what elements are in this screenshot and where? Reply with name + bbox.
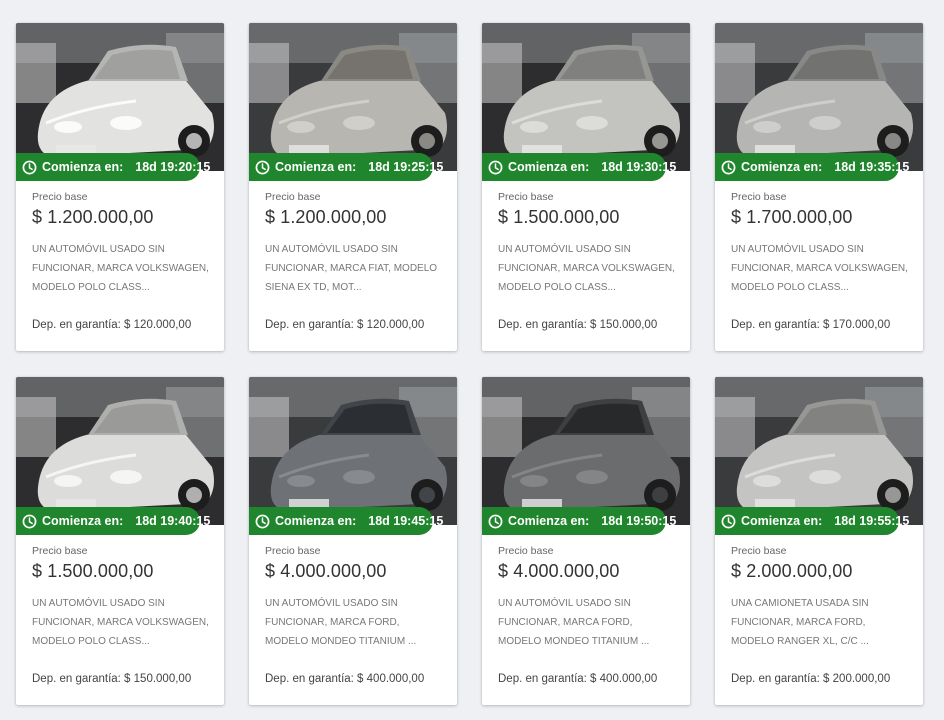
base-price-label: Precio base <box>498 191 554 203</box>
clock-icon <box>255 514 275 529</box>
vehicle-photo[interactable] <box>715 23 923 171</box>
base-price-value: $ 1.700.000,00 <box>731 207 853 227</box>
auction-lot-card[interactable]: Comienza en: 18d 19:20:15 Precio base $ 1.2… <box>16 23 224 351</box>
auction-lot-card[interactable]: Comienza en: 18d 19:45:15 Precio base $ 4.0… <box>249 377 457 705</box>
lot-description: UN AUTOMÓVIL USADO SIN FUNCIONAR, MARCA … <box>32 598 209 647</box>
countdown-value: 18d 19:20:15 <box>135 160 211 174</box>
guarantee-deposit: Dep. en garantía: $ 200.000,00 <box>731 673 891 685</box>
base-price-value: $ 1.500.000,00 <box>32 561 154 581</box>
lot-info: Precio base $ 1.200.000,00 UN AUTOMÓVIL US… <box>265 191 445 316</box>
countdown-label: Comienza en: <box>42 160 124 174</box>
vehicle-photo[interactable] <box>16 23 224 171</box>
base-price-label: Precio base <box>32 545 88 557</box>
clock-icon <box>488 160 508 175</box>
start-countdown-badge: Comienza en: 18d 19:45:15 <box>249 507 443 535</box>
auction-lot-card[interactable]: Comienza en: 18d 19:50:15 Precio base $ 4.0… <box>482 377 690 705</box>
lot-info: Precio base $ 4.000.000,00 UN AUTOMÓVIL US… <box>265 545 445 670</box>
lot-info: Precio base $ 4.000.000,00 UN AUTOMÓVIL US… <box>498 545 678 670</box>
vehicle-photo[interactable] <box>249 23 457 171</box>
vehicle-photo[interactable] <box>482 377 690 525</box>
clock-icon <box>721 160 741 175</box>
countdown-label: Comienza en: <box>275 514 357 528</box>
clock-icon <box>488 514 508 529</box>
auction-lot-card[interactable]: Comienza en: 18d 19:35:15 Precio base $ 1.7… <box>715 23 923 351</box>
lot-description: UN AUTOMÓVIL USADO SIN FUNCIONAR, MARCA … <box>265 598 417 647</box>
vehicle-photo[interactable] <box>249 377 457 525</box>
lot-description: UN AUTOMÓVIL USADO SIN FUNCIONAR, MARCA … <box>498 244 675 293</box>
countdown-value: 18d 19:35:15 <box>834 160 910 174</box>
countdown-label: Comienza en: <box>42 514 124 528</box>
guarantee-deposit: Dep. en garantía: $ 400.000,00 <box>498 673 658 685</box>
start-countdown-badge: Comienza en: 18d 19:25:15 <box>249 153 443 181</box>
countdown-value: 18d 19:25:15 <box>368 160 444 174</box>
auction-lot-grid: Comienza en: 18d 19:20:15 Precio base $ 1.2… <box>0 0 944 720</box>
start-countdown-badge: Comienza en: 18d 19:40:15 <box>16 507 210 535</box>
lot-description: UN AUTOMÓVIL USADO SIN FUNCIONAR, MARCA … <box>32 244 209 293</box>
base-price-label: Precio base <box>731 191 787 203</box>
base-price-value: $ 1.200.000,00 <box>265 207 387 227</box>
clock-icon <box>22 514 42 529</box>
lot-info: Precio base $ 1.500.000,00 UN AUTOMÓVIL US… <box>32 545 212 670</box>
vehicle-photo[interactable] <box>16 377 224 525</box>
base-price-label: Precio base <box>265 545 321 557</box>
base-price-value: $ 1.500.000,00 <box>498 207 620 227</box>
guarantee-deposit: Dep. en garantía: $ 120.000,00 <box>265 319 425 331</box>
start-countdown-badge: Comienza en: 18d 19:30:15 <box>482 153 676 181</box>
countdown-label: Comienza en: <box>275 160 357 174</box>
start-countdown-badge: Comienza en: 18d 19:55:15 <box>715 507 909 535</box>
vehicle-photo[interactable] <box>715 377 923 525</box>
start-countdown-badge: Comienza en: 18d 19:50:15 <box>482 507 676 535</box>
countdown-label: Comienza en: <box>508 160 590 174</box>
lot-info: Precio base $ 1.200.000,00 UN AUTOMÓVIL US… <box>32 191 212 316</box>
base-price-label: Precio base <box>731 545 787 557</box>
auction-lot-card[interactable]: Comienza en: 18d 19:55:15 Precio base $ 2.0… <box>715 377 923 705</box>
lot-description: UN AUTOMÓVIL USADO SIN FUNCIONAR, MARCA … <box>731 244 908 293</box>
auction-lot-card[interactable]: Comienza en: 18d 19:30:15 Precio base $ 1.5… <box>482 23 690 351</box>
guarantee-deposit: Dep. en garantía: $ 120.000,00 <box>32 319 192 331</box>
clock-icon <box>255 160 275 175</box>
auction-lot-card[interactable]: Comienza en: 18d 19:25:15 Precio base $ 1.2… <box>249 23 457 351</box>
start-countdown-badge: Comienza en: 18d 19:35:15 <box>715 153 909 181</box>
lot-info: Precio base $ 1.500.000,00 UN AUTOMÓVIL US… <box>498 191 678 316</box>
guarantee-deposit: Dep. en garantía: $ 150.000,00 <box>498 319 658 331</box>
base-price-label: Precio base <box>498 545 554 557</box>
lot-description: UN AUTOMÓVIL USADO SIN FUNCIONAR, MARCA … <box>265 244 438 293</box>
base-price-value: $ 2.000.000,00 <box>731 561 853 581</box>
lot-description: UNA CAMIONETA USADA SIN FUNCIONAR, MARCA… <box>731 598 869 647</box>
clock-icon <box>22 160 42 175</box>
base-price-value: $ 4.000.000,00 <box>498 561 620 581</box>
countdown-value: 18d 19:40:15 <box>135 514 211 528</box>
base-price-label: Precio base <box>32 191 88 203</box>
countdown-value: 18d 19:50:15 <box>601 514 677 528</box>
start-countdown-badge: Comienza en: 18d 19:20:15 <box>16 153 210 181</box>
lot-info: Precio base $ 1.700.000,00 UN AUTOMÓVIL US… <box>731 191 911 316</box>
countdown-value: 18d 19:30:15 <box>601 160 677 174</box>
auction-lot-card[interactable]: Comienza en: 18d 19:40:15 Precio base $ 1.5… <box>16 377 224 705</box>
countdown-label: Comienza en: <box>741 160 823 174</box>
countdown-value: 18d 19:55:15 <box>834 514 910 528</box>
countdown-value: 18d 19:45:15 <box>368 514 444 528</box>
vehicle-photo[interactable] <box>482 23 690 171</box>
countdown-label: Comienza en: <box>741 514 823 528</box>
lot-description: UN AUTOMÓVIL USADO SIN FUNCIONAR, MARCA … <box>498 598 650 647</box>
guarantee-deposit: Dep. en garantía: $ 400.000,00 <box>265 673 425 685</box>
guarantee-deposit: Dep. en garantía: $ 150.000,00 <box>32 673 192 685</box>
base-price-label: Precio base <box>265 191 321 203</box>
base-price-value: $ 1.200.000,00 <box>32 207 154 227</box>
guarantee-deposit: Dep. en garantía: $ 170.000,00 <box>731 319 891 331</box>
base-price-value: $ 4.000.000,00 <box>265 561 387 581</box>
lot-info: Precio base $ 2.000.000,00 UNA CAMIONETA U… <box>731 545 911 670</box>
countdown-label: Comienza en: <box>508 514 590 528</box>
clock-icon <box>721 514 741 529</box>
